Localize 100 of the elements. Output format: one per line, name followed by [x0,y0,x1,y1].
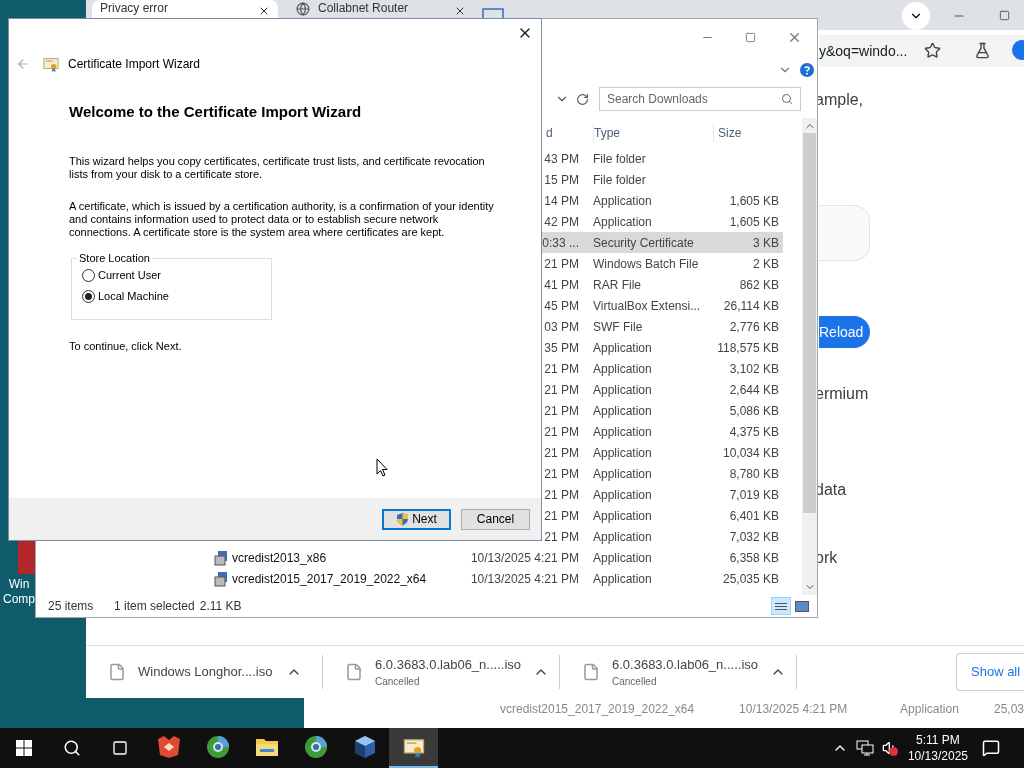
close-icon[interactable] [258,5,270,17]
input-field[interactable] [819,205,870,261]
shield-icon [396,512,410,526]
download-item[interactable]: 6.0.3683.0.lab06_n.....iso Cancelled [323,646,559,698]
search-icon [63,739,81,757]
table-cell: File folder [593,151,646,166]
radio-button[interactable] [82,290,95,303]
table-cell: Application [593,382,652,397]
details-view-icon[interactable] [771,597,791,615]
table-cell: Application [593,424,652,439]
download-status: Cancelled [375,675,421,690]
table-cell-text: 21 PM [544,360,579,378]
file-icon [345,663,363,681]
table-cell: Application [593,529,652,544]
table-cell-text: 2,644 KB [729,381,779,399]
clock-date: 10/13/2025 [907,748,968,764]
table-cell-text: 45 PM [544,297,579,315]
table-cell: Application [593,550,652,565]
table-cell-text: 14 PM [544,192,579,210]
address-bar[interactable]: y&oq=windo... [819,35,1024,67]
table-cell-text: 7,032 KB [729,528,779,546]
table-cell-text: 862 KB [739,276,779,294]
next-button[interactable]: Next [382,508,451,530]
maximize-icon[interactable] [999,10,1010,21]
mouse-pointer-icon [376,458,388,477]
tab-title: Privacy error [100,1,169,15]
table-cell: Application [593,445,652,460]
table-cell: VirtualBox Extensi... [593,298,701,313]
globe-icon [205,735,230,759]
table-cell-text: 21 PM [544,381,579,399]
table-cell: Windows Batch File [593,256,699,271]
page-text: ermium [815,384,869,404]
status-text: 25 items [48,598,95,615]
table-cell: Application [593,340,652,355]
table-cell-text: 5,086 KB [729,402,779,420]
column-header[interactable]: Size [713,124,783,142]
radio-button[interactable] [82,269,95,282]
file-name: vcredist2015_2017_2019_2022_x64 [232,570,427,588]
preview-view-icon[interactable] [795,600,809,612]
table-cell-text: 0:33 ... [542,234,579,252]
table-cell: Application [593,508,652,523]
table-cell-text: 6,401 KB [729,507,779,525]
hint-text: To continue, click Next. [69,340,183,353]
windows-logo-icon [16,740,32,756]
file-row[interactable]: vcredist2013_x86 10/13/2025 4:21 PM Application 6,358 KB [36,547,783,568]
cancel-button[interactable]: Cancel [461,508,530,530]
table-cell-text: 2,776 KB [729,318,779,336]
maximize-icon[interactable] [745,31,756,43]
table-cell-text: 2 KB [753,255,779,273]
table-cell-text: 42 PM [544,213,579,231]
table-cell-text: 25,035 KB [722,570,779,588]
table-cell-text: 15 PM [544,171,579,189]
table-cell-text: 10/13/2025 4:21 PM [470,549,579,567]
column-header[interactable]: Type [593,124,713,142]
download-item[interactable]: Windows Longhor....iso [86,646,322,698]
download-item[interactable]: 6.0.3683.0.lab06_n.....iso Cancelled [560,646,796,698]
table-cell: SWF File [593,319,643,334]
refresh-icon[interactable] [576,92,589,106]
table-cell-text: 26,114 KB [723,297,779,315]
flask-icon[interactable] [974,42,991,59]
table-cell: Application [593,193,652,208]
table-cell-text: 43 PM [544,150,579,168]
network-icon[interactable] [855,740,874,756]
table-cell-text: 35 PM [544,339,579,357]
file-name: vcredist2013_x86 [232,549,327,567]
table-cell-text: 118,575 KB [717,339,779,357]
search-field[interactable]: Search Downloads [599,87,801,111]
certificate-icon [42,55,60,73]
show-all-button[interactable]: Show all [956,653,1024,691]
desktop-icon-label: Win [8,577,30,592]
star-icon[interactable] [924,42,941,59]
help-icon[interactable] [800,63,814,77]
table-cell-text: 3 KB [753,234,779,252]
radio-label: Local Machine [98,290,169,303]
table-cell-text: 4,375 KB [729,423,779,441]
status-text: 1 item selected [114,598,195,615]
table-cell-text: 21 PM [544,423,579,441]
window-title: Certificate Import Wizard [68,56,201,73]
file-row[interactable]: vcredist2015_2017_2019_2022_x64 10/13/2025 4:21 PM Application 25,035 KB [36,568,783,589]
desktop-icon-label: Comp [3,592,35,607]
table-cell: Application [593,487,652,502]
table-cell-text: 7,019 KB [729,486,779,504]
wizard-paragraph: A certificate, which is issued by a certification authority, is a confirmation of your identity and contains information used to protect data or to establish secure network connections. A certificate store is the system area where certificates are kept. [69,200,495,239]
wizard-paragraph: This wizard helps you copy certificates, certificate trust lists, and certificate revocation lists from your disk to a certificate store. [69,155,486,181]
notification-icon[interactable] [982,739,1000,757]
table-cell: Security Certificate [593,235,694,250]
table-cell-text: 21 PM [544,486,579,504]
taskbar-app[interactable] [389,728,438,768]
clock-time: 5:11 PM [916,732,960,748]
table-cell-text: 41 PM [544,276,579,294]
status-text: 2.11 KB [199,598,242,615]
close-icon[interactable] [454,5,466,17]
radio-label: Current User [98,269,161,282]
table-cell-text: 3,102 KB [729,360,779,378]
table-cell-text: 21 PM [544,255,579,273]
table-cell: Application [593,466,652,481]
reload-button[interactable]: Reload [819,316,870,348]
column-header[interactable]: d [546,126,553,140]
volume-muted-icon[interactable] [881,740,898,756]
table-cell-text: 21 PM [544,402,579,420]
